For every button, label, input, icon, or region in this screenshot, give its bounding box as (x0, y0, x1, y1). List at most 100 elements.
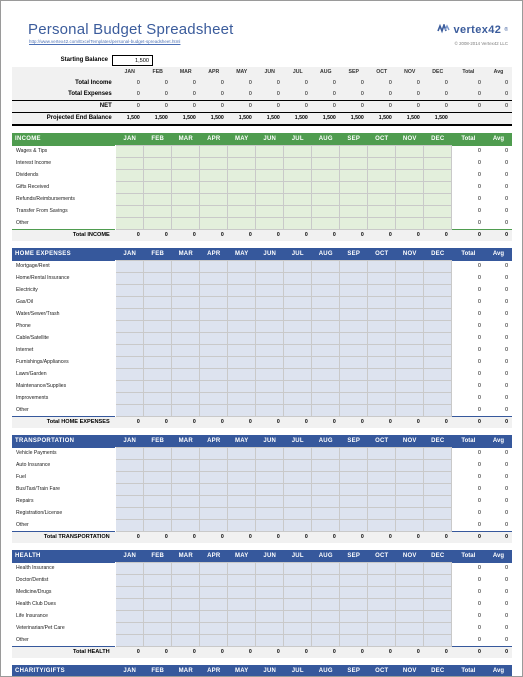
input-cell-jul[interactable] (283, 471, 313, 484)
input-cell-dec[interactable] (423, 634, 453, 647)
input-cell-feb[interactable] (143, 598, 173, 611)
input-cell-sep[interactable] (339, 459, 369, 472)
input-cell-apr[interactable] (199, 634, 229, 647)
input-cell-nov[interactable] (395, 622, 425, 635)
input-cell-jun[interactable] (255, 368, 285, 381)
template-url-link[interactable]: http://www.vertex42.com/ExcelTemplates/p… (29, 39, 180, 44)
input-cell-oct[interactable] (367, 272, 397, 285)
input-cell-jul[interactable] (283, 145, 313, 158)
input-cell-may[interactable] (227, 507, 257, 520)
input-cell-jul[interactable] (283, 356, 313, 369)
input-cell-jan[interactable] (115, 193, 145, 206)
input-cell-may[interactable] (227, 157, 257, 170)
input-cell-apr[interactable] (199, 622, 229, 635)
input-cell-jun[interactable] (255, 447, 285, 460)
input-cell-dec[interactable] (423, 519, 453, 532)
input-cell-mar[interactable] (171, 380, 201, 393)
input-cell-jul[interactable] (283, 344, 313, 357)
input-cell-sep[interactable] (339, 519, 369, 532)
input-cell-apr[interactable] (199, 404, 229, 417)
input-cell-nov[interactable] (395, 471, 425, 484)
input-cell-jun[interactable] (255, 308, 285, 321)
input-cell-nov[interactable] (395, 392, 425, 405)
input-cell-apr[interactable] (199, 574, 229, 587)
input-cell-sep[interactable] (339, 296, 369, 309)
input-cell-jan[interactable] (115, 272, 145, 285)
input-cell-jan[interactable] (115, 459, 145, 472)
input-cell-jan[interactable] (115, 181, 145, 194)
input-cell-sep[interactable] (339, 634, 369, 647)
input-cell-sep[interactable] (339, 471, 369, 484)
input-cell-mar[interactable] (171, 344, 201, 357)
input-cell-apr[interactable] (199, 380, 229, 393)
input-cell-aug[interactable] (311, 447, 341, 460)
input-cell-oct[interactable] (367, 320, 397, 333)
input-cell-dec[interactable] (423, 308, 453, 321)
input-cell-jan[interactable] (115, 562, 145, 575)
input-cell-dec[interactable] (423, 344, 453, 357)
input-cell-sep[interactable] (339, 586, 369, 599)
input-cell-dec[interactable] (423, 260, 453, 273)
input-cell-jan[interactable] (115, 634, 145, 647)
input-cell-sep[interactable] (339, 610, 369, 623)
input-cell-jan[interactable] (115, 495, 145, 508)
input-cell-feb[interactable] (143, 272, 173, 285)
input-cell-dec[interactable] (423, 320, 453, 333)
input-cell-sep[interactable] (339, 193, 369, 206)
input-cell-jun[interactable] (255, 483, 285, 496)
input-cell-aug[interactable] (311, 380, 341, 393)
input-cell-apr[interactable] (199, 217, 229, 230)
input-cell-feb[interactable] (143, 169, 173, 182)
input-cell-sep[interactable] (339, 562, 369, 575)
input-cell-nov[interactable] (395, 344, 425, 357)
input-cell-apr[interactable] (199, 519, 229, 532)
input-cell-apr[interactable] (199, 598, 229, 611)
input-cell-may[interactable] (227, 217, 257, 230)
input-cell-jun[interactable] (255, 574, 285, 587)
input-cell-feb[interactable] (143, 459, 173, 472)
input-cell-nov[interactable] (395, 356, 425, 369)
input-cell-feb[interactable] (143, 507, 173, 520)
input-cell-jul[interactable] (283, 193, 313, 206)
input-cell-dec[interactable] (423, 368, 453, 381)
input-cell-nov[interactable] (395, 332, 425, 345)
input-cell-feb[interactable] (143, 447, 173, 460)
input-cell-oct[interactable] (367, 260, 397, 273)
input-cell-nov[interactable] (395, 574, 425, 587)
input-cell-jun[interactable] (255, 392, 285, 405)
input-cell-oct[interactable] (367, 380, 397, 393)
input-cell-oct[interactable] (367, 495, 397, 508)
input-cell-nov[interactable] (395, 217, 425, 230)
input-cell-jun[interactable] (255, 495, 285, 508)
input-cell-aug[interactable] (311, 483, 341, 496)
input-cell-mar[interactable] (171, 392, 201, 405)
starting-balance-input[interactable]: 1,500 (112, 54, 153, 66)
input-cell-jul[interactable] (283, 217, 313, 230)
input-cell-oct[interactable] (367, 598, 397, 611)
input-cell-aug[interactable] (311, 622, 341, 635)
input-cell-nov[interactable] (395, 483, 425, 496)
input-cell-oct[interactable] (367, 622, 397, 635)
input-cell-oct[interactable] (367, 574, 397, 587)
input-cell-apr[interactable] (199, 332, 229, 345)
input-cell-mar[interactable] (171, 260, 201, 273)
input-cell-apr[interactable] (199, 562, 229, 575)
input-cell-mar[interactable] (171, 272, 201, 285)
input-cell-nov[interactable] (395, 598, 425, 611)
input-cell-oct[interactable] (367, 332, 397, 345)
input-cell-may[interactable] (227, 181, 257, 194)
input-cell-jun[interactable] (255, 586, 285, 599)
input-cell-jun[interactable] (255, 610, 285, 623)
input-cell-may[interactable] (227, 562, 257, 575)
input-cell-aug[interactable] (311, 634, 341, 647)
input-cell-feb[interactable] (143, 260, 173, 273)
input-cell-may[interactable] (227, 447, 257, 460)
input-cell-oct[interactable] (367, 356, 397, 369)
input-cell-jul[interactable] (283, 519, 313, 532)
input-cell-dec[interactable] (423, 598, 453, 611)
input-cell-may[interactable] (227, 145, 257, 158)
input-cell-jan[interactable] (115, 483, 145, 496)
input-cell-nov[interactable] (395, 562, 425, 575)
input-cell-aug[interactable] (311, 574, 341, 587)
input-cell-aug[interactable] (311, 169, 341, 182)
